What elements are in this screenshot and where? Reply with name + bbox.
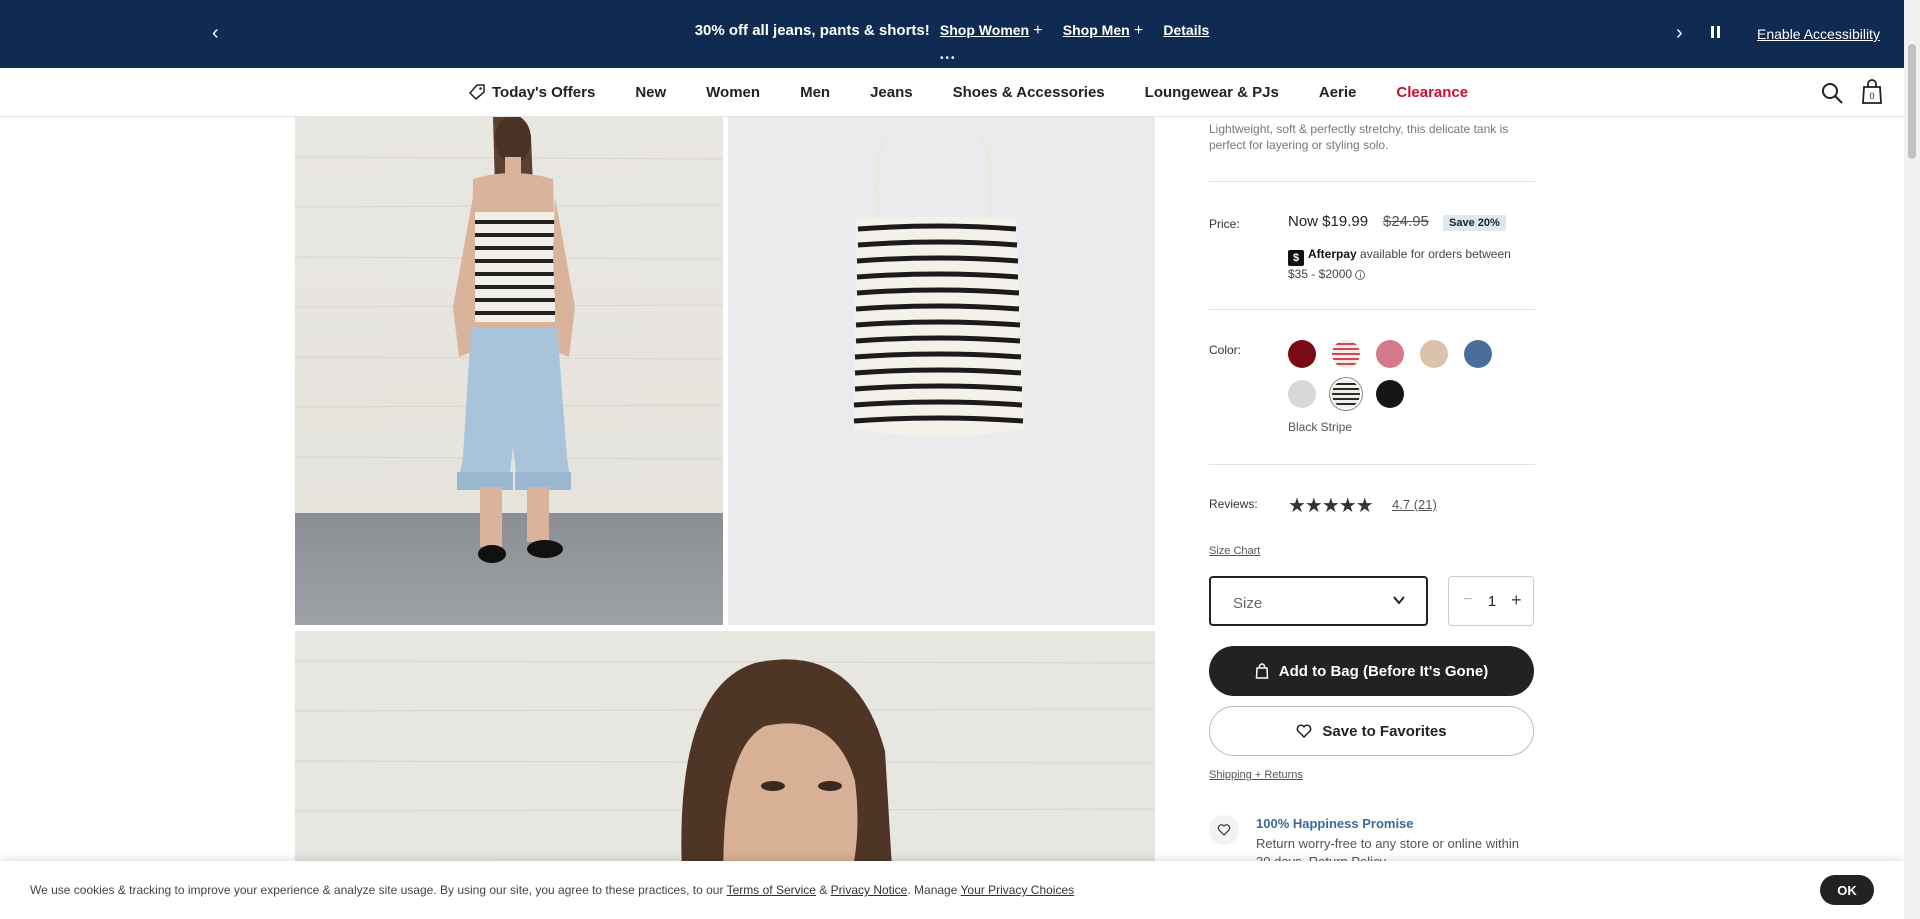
- nav-item-loungewear[interactable]: Loungewear & PJs: [1145, 84, 1279, 101]
- cookie-text-start: We use cookies & tracking to improve you…: [30, 883, 724, 897]
- size-chart-link[interactable]: Size Chart: [1209, 545, 1260, 557]
- nav-item-men[interactable]: Men: [800, 84, 830, 101]
- nav-item-todays-offers[interactable]: Today's Offers: [468, 83, 595, 101]
- size-placeholder: Size: [1233, 595, 1263, 612]
- product-description: Lightweight, soft & perfectly stretchy, …: [1209, 122, 1509, 152]
- shop-men-link[interactable]: Shop Men: [1063, 22, 1130, 38]
- review-count: (21): [1413, 497, 1437, 512]
- pause-icon[interactable]: [1711, 25, 1723, 39]
- cookie-amp: &: [819, 883, 828, 897]
- color-label: Color:: [1209, 343, 1242, 357]
- original-price: $24.95: [1383, 213, 1429, 230]
- nav-item-aerie[interactable]: Aerie: [1319, 84, 1357, 101]
- color-swatch-red-stripe[interactable]: [1332, 340, 1360, 368]
- reviews-label: Reviews:: [1209, 497, 1258, 511]
- add-to-bag-button[interactable]: Add to Bag (Before It's Gone): [1209, 646, 1534, 696]
- details-link[interactable]: Details: [1163, 22, 1209, 38]
- terms-of-service-link[interactable]: Terms of Service: [727, 883, 816, 897]
- color-swatch-blue[interactable]: [1464, 340, 1492, 368]
- shop-women-link[interactable]: Shop Women: [940, 22, 1029, 38]
- promo-banner: ‹ 30% off all jeans, pants & shorts! Sho…: [0, 0, 1904, 68]
- happiness-promise-title[interactable]: 100% Happiness Promise: [1256, 816, 1414, 831]
- product-image-back-view[interactable]: [295, 117, 723, 625]
- save-badge: Save 20%: [1443, 215, 1506, 231]
- cookie-banner: We use cookies & tracking to improve you…: [0, 861, 1904, 919]
- heart-handshake-icon: [1209, 815, 1239, 845]
- color-swatch-burgundy[interactable]: [1288, 340, 1316, 368]
- nav-item-shoes-accessories[interactable]: Shoes & Accessories: [953, 84, 1105, 101]
- cookie-manage-text: . Manage: [907, 883, 958, 897]
- bag-icon: [1255, 663, 1269, 679]
- afterpay-logo-icon: $: [1288, 250, 1304, 266]
- rating-value: 4.7: [1392, 497, 1411, 512]
- chevron-down-icon: [1393, 596, 1405, 605]
- star-rating-icon[interactable]: ★★★★★: [1288, 493, 1374, 518]
- privacy-notice-link[interactable]: Privacy Notice: [831, 883, 908, 897]
- nav-item-clearance[interactable]: Clearance: [1396, 84, 1468, 101]
- rating-link[interactable]: 4.7 (21): [1392, 497, 1437, 512]
- main-nav: Today's Offers New Women Men Jeans Shoes…: [0, 68, 1904, 117]
- bag-count: 0: [1869, 91, 1874, 101]
- promo-message-row: 30% off all jeans, pants & shorts! Shop …: [0, 22, 1904, 40]
- info-icon[interactable]: i: [1355, 270, 1366, 280]
- color-swatch-light-grey[interactable]: [1288, 380, 1316, 408]
- privacy-choices-link[interactable]: Your Privacy Choices: [961, 883, 1075, 897]
- promo-message: 30% off all jeans, pants & shorts!: [694, 22, 930, 39]
- carousel-dots: •••: [940, 53, 957, 64]
- divider: [1209, 181, 1535, 182]
- plus-icon: +: [1133, 22, 1144, 39]
- quantity-value[interactable]: 1: [1485, 593, 1499, 610]
- price-label: Price:: [1209, 217, 1240, 231]
- color-swatch-pink[interactable]: [1376, 340, 1404, 368]
- color-swatch-tan[interactable]: [1420, 340, 1448, 368]
- shopping-bag-icon[interactable]: 0: [1861, 79, 1883, 105]
- color-swatch-black[interactable]: [1376, 380, 1404, 408]
- product-image-flat-view[interactable]: [728, 117, 1155, 625]
- nav-item-label: Today's Offers: [492, 83, 596, 101]
- nav-item-jeans[interactable]: Jeans: [870, 84, 913, 101]
- afterpay-name: Afterpay: [1308, 247, 1357, 261]
- sale-price: Now $19.99: [1288, 213, 1369, 230]
- add-to-bag-label: Add to Bag (Before It's Gone): [1278, 662, 1489, 680]
- heart-icon: [1297, 724, 1312, 738]
- cookie-text: We use cookies & tracking to improve you…: [30, 883, 1074, 897]
- decrement-button[interactable]: −: [1463, 591, 1472, 609]
- shipping-returns-link[interactable]: Shipping + Returns: [1209, 769, 1303, 781]
- size-select[interactable]: Size: [1209, 576, 1428, 626]
- divider: [1209, 464, 1535, 465]
- search-icon[interactable]: [1820, 81, 1844, 105]
- promo-next-icon[interactable]: ›: [1676, 22, 1683, 45]
- increment-button[interactable]: +: [1511, 590, 1522, 611]
- nav-item-women[interactable]: Women: [706, 84, 760, 101]
- quantity-stepper: − 1 +: [1448, 576, 1534, 626]
- divider: [1209, 309, 1535, 310]
- cookie-ok-button[interactable]: OK: [1820, 875, 1874, 905]
- nav-item-new[interactable]: New: [635, 84, 666, 101]
- model-back-illustration: [295, 117, 723, 563]
- plus-icon: +: [1033, 22, 1043, 39]
- save-to-favorites-button[interactable]: Save to Favorites: [1209, 706, 1534, 756]
- tank-top-illustration: [853, 133, 1024, 436]
- afterpay-info: $ Afterpay available for orders between $…: [1288, 246, 1528, 283]
- scrollbar[interactable]: [1904, 0, 1920, 919]
- color-swatch-black-stripe[interactable]: [1332, 380, 1360, 408]
- enable-accessibility-link[interactable]: Enable Accessibility: [1757, 26, 1880, 42]
- save-to-favorites-label: Save to Favorites: [1322, 722, 1447, 740]
- scrollbar-thumb[interactable]: [1908, 44, 1916, 159]
- nav-items: Today's Offers New Women Men Jeans Shoes…: [468, 83, 1508, 101]
- tag-icon: [468, 84, 485, 101]
- selected-color-name: Black Stripe: [1288, 420, 1353, 434]
